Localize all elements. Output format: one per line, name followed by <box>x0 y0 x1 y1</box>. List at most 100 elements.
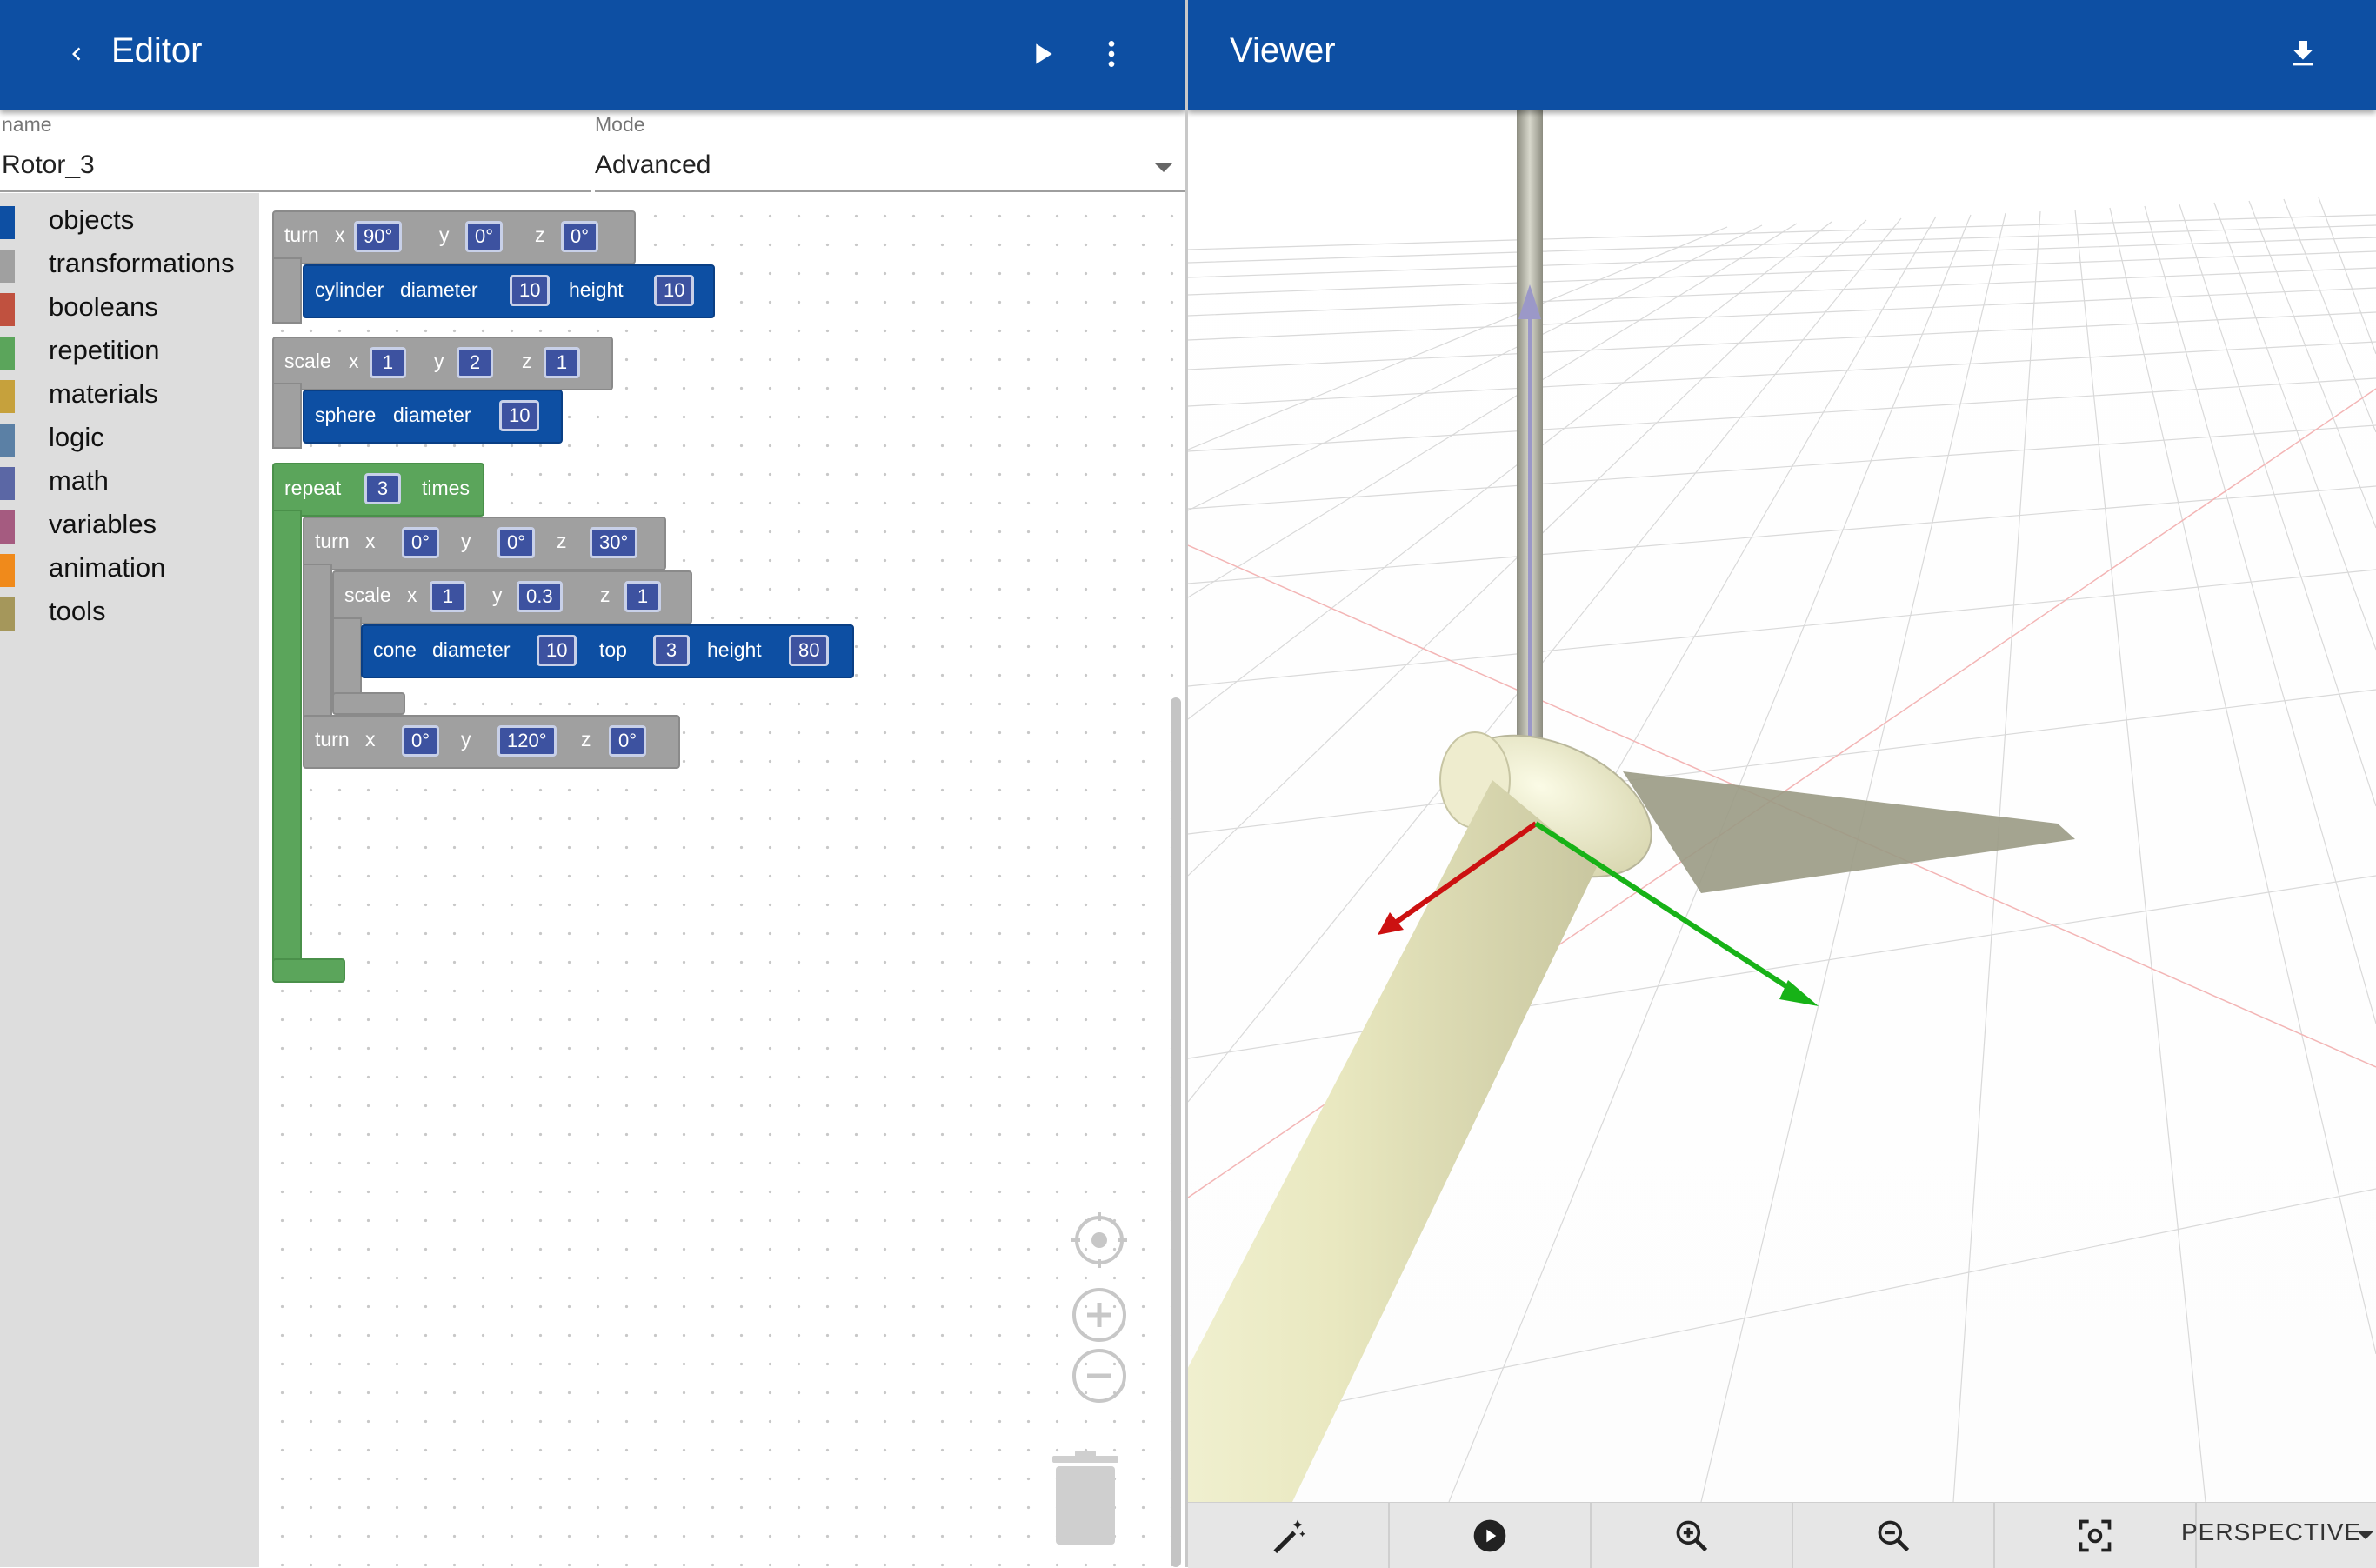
turn-block[interactable]: turn x 90° y 0° z 0° <box>272 210 636 264</box>
category-swatch <box>0 380 15 413</box>
param-label: y <box>461 530 471 552</box>
value-field[interactable]: 10 <box>537 635 577 666</box>
toolbox-item-objects[interactable]: objects <box>0 201 259 243</box>
value-field[interactable]: 0° <box>402 527 440 558</box>
value-field[interactable]: 90° <box>354 221 403 252</box>
blocks-workspace[interactable]: turn x 90° y 0° z 0° cylinder diameter 1… <box>259 193 1185 1567</box>
param-label: x <box>365 728 376 751</box>
mode-select[interactable]: Advanced <box>595 150 711 180</box>
toolbox-item-logic[interactable]: logic <box>0 418 259 460</box>
value-field[interactable]: 10 <box>654 275 695 306</box>
repeat-block[interactable]: repeat 3 times <box>272 463 484 517</box>
turn-block[interactable]: turn x 0° y 0° z 30° <box>303 517 666 570</box>
value-field[interactable]: 1 <box>370 347 406 378</box>
more-menu-button[interactable] <box>1087 30 1136 78</box>
value-field[interactable]: 1 <box>430 581 466 612</box>
block-keyword: repeat <box>284 477 342 499</box>
repeat-block-arm <box>272 510 302 983</box>
cylinder-block[interactable]: cylinder diameter 10 height 10 <box>303 264 715 318</box>
viewer-toolbar: PERSPECTIVE <box>1188 1502 2376 1568</box>
toolbox-item-repetition[interactable]: repetition <box>0 331 259 373</box>
mode-underline <box>595 190 1186 192</box>
zoom-in-icon <box>1676 1520 1708 1551</box>
param-label: top <box>599 638 627 661</box>
param-label: y <box>492 584 503 606</box>
toolbox-item-tools[interactable]: tools <box>0 592 259 634</box>
toolbox-item-materials[interactable]: materials <box>0 375 259 417</box>
value-field[interactable]: 1 <box>544 347 580 378</box>
scale-block[interactable]: scale x 1 y 0.3 z 1 <box>332 570 692 624</box>
category-swatch <box>0 424 15 457</box>
value-field[interactable]: 10 <box>499 400 540 431</box>
run-button[interactable] <box>1018 30 1066 78</box>
chevron-left-icon <box>72 47 81 61</box>
workspace-scrollbar[interactable] <box>1171 697 1181 1567</box>
viewer-zoom-out-button[interactable] <box>1793 1503 1995 1568</box>
editor-title: Editor <box>111 31 203 70</box>
toolbox-item-animation[interactable]: animation <box>0 549 259 591</box>
camera-mode-dropdown-icon[interactable] <box>2357 1529 2374 1541</box>
value-field[interactable]: 3 <box>653 635 690 666</box>
magic-wand-button[interactable] <box>1188 1503 1390 1568</box>
pane-divider[interactable] <box>1185 0 1188 1567</box>
cone-block[interactable]: cone diameter 10 top 3 height 80 <box>361 624 854 678</box>
play-animation-button[interactable] <box>1390 1503 1592 1568</box>
toolbox-item-booleans[interactable]: booleans <box>0 288 259 330</box>
value-field[interactable]: 80 <box>789 635 830 666</box>
value-field[interactable]: 1 <box>624 581 661 612</box>
toolbox-item-variables[interactable]: variables <box>0 505 259 547</box>
viewer-zoom-in-button[interactable] <box>1592 1503 1793 1568</box>
more-vert-icon <box>1108 41 1115 67</box>
scene-3d <box>1188 110 2376 1502</box>
value-field[interactable]: 0° <box>609 725 647 757</box>
block-keyword: scale <box>284 350 331 372</box>
magic-wand-icon <box>1273 1519 1305 1553</box>
block-keyword: times <box>422 477 470 499</box>
category-swatch <box>0 597 15 631</box>
value-field[interactable]: 120° <box>497 725 557 757</box>
turn-block[interactable]: turn x 0° y 120° z 0° <box>303 715 680 769</box>
value-field[interactable]: 0.3 <box>517 581 563 612</box>
camera-mode-select[interactable]: PERSPECTIVE <box>2181 1518 2361 1546</box>
toolbox-item-transformations[interactable]: transformations <box>0 244 259 286</box>
dropdown-arrow-icon[interactable] <box>1153 157 1174 177</box>
toolbox-label: materials <box>49 378 158 409</box>
scale-block[interactable]: scale x 1 y 2 z 1 <box>272 337 613 390</box>
value-field[interactable]: 30° <box>590 527 638 558</box>
param-label: z <box>522 350 532 372</box>
download-button[interactable] <box>2279 30 2327 78</box>
toolbox-label: logic <box>49 422 104 452</box>
value-field[interactable]: 0° <box>465 221 504 252</box>
mode-label: Mode <box>595 113 645 136</box>
zoom-in-icon[interactable] <box>1071 1287 1127 1343</box>
scale-block-foot <box>332 692 405 715</box>
toolbox-label: booleans <box>49 291 158 322</box>
value-field[interactable]: 0° <box>561 221 599 252</box>
play-circle-icon <box>1473 1519 1506 1551</box>
value-field[interactable]: 10 <box>510 275 551 306</box>
toolbox-label: repetition <box>49 335 160 365</box>
value-field[interactable]: 2 <box>457 347 493 378</box>
value-field[interactable]: 0° <box>402 725 440 757</box>
param-label: x <box>407 584 417 606</box>
zoom-out-icon[interactable] <box>1071 1348 1127 1404</box>
viewer-app-bar: Viewer <box>1188 0 2376 110</box>
block-keyword: turn <box>315 530 350 552</box>
value-field[interactable]: 3 <box>364 473 401 504</box>
value-field[interactable]: 0° <box>497 527 536 558</box>
trash-icon[interactable] <box>1049 1451 1122 1546</box>
block-keyword: cylinder <box>315 278 384 301</box>
toolbox-item-math[interactable]: math <box>0 462 259 504</box>
param-label: height <box>707 638 762 661</box>
recenter-icon[interactable] <box>1071 1212 1127 1268</box>
param-label: y <box>439 224 450 246</box>
param-label: diameter <box>393 404 471 426</box>
toolbox: objects transformations booleans repetit… <box>0 193 259 1567</box>
viewer-canvas[interactable] <box>1188 110 2376 1502</box>
focus-button[interactable] <box>1995 1503 2197 1568</box>
name-input[interactable]: Rotor_3 <box>2 150 95 180</box>
back-button[interactable] <box>52 30 101 78</box>
name-underline <box>0 190 591 192</box>
param-label: height <box>569 278 624 301</box>
sphere-block[interactable]: sphere diameter 10 <box>303 390 563 444</box>
